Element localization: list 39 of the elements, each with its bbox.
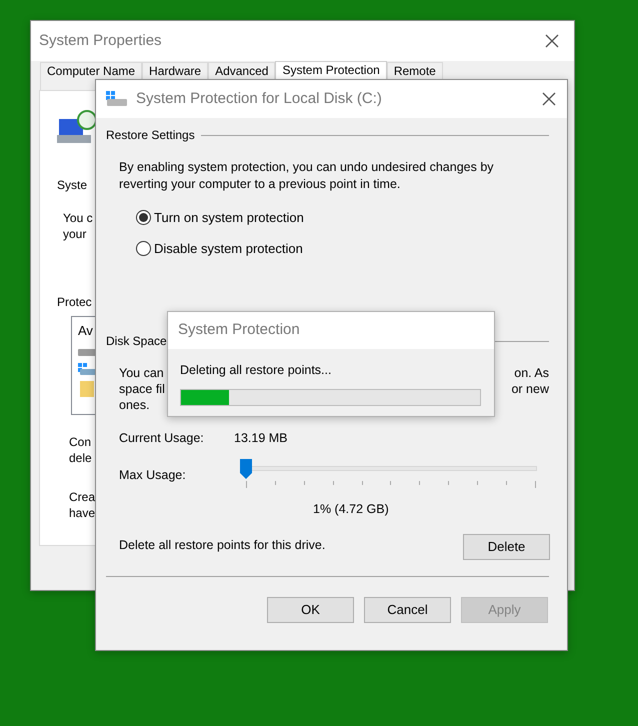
description-text: ones. xyxy=(119,397,151,413)
radio-button[interactable] xyxy=(136,240,151,256)
description-text: By enabling system protection, you can undo undesired changes by reverting your computer to a previous point in time. xyxy=(119,159,495,193)
description-text: on. As xyxy=(514,365,549,381)
slider[interactable] xyxy=(241,458,537,479)
text: dele xyxy=(69,450,92,467)
close-icon[interactable] xyxy=(544,33,560,49)
text: Protec xyxy=(57,294,92,311)
description-text: Delete all restore points for this drive. xyxy=(119,536,326,554)
dialog-button[interactable]: Cancel xyxy=(364,596,451,622)
window-title: System Properties xyxy=(39,30,162,51)
close-icon[interactable] xyxy=(541,91,557,107)
description-text: or new xyxy=(511,381,549,397)
field-label: Current Usage: xyxy=(119,430,205,447)
status-text: Deleting all restore points... xyxy=(180,362,332,379)
window-title: System Protection xyxy=(178,320,300,340)
text: Syste xyxy=(57,177,88,194)
radio-label[interactable]: Turn on system protection xyxy=(154,208,304,228)
text: your xyxy=(63,226,86,243)
radio-button[interactable] xyxy=(136,210,151,226)
field-label: Max Usage: xyxy=(119,466,187,484)
drive-icon xyxy=(106,91,128,107)
folder-icon xyxy=(80,381,94,397)
group-heading: Disk Space xyxy=(106,333,167,350)
delete-button[interactable]: Delete xyxy=(463,534,550,560)
group-heading: Restore Settings xyxy=(106,127,195,144)
text: have xyxy=(69,505,96,522)
description-text: You can xyxy=(119,365,165,381)
radio-label[interactable]: Disable system protection xyxy=(154,238,303,258)
slider-reading: 1% (4.72 GB) xyxy=(313,502,389,516)
dialog-title: System Protection for Local Disk (C:) xyxy=(136,88,382,109)
field-value: 13.19 MB xyxy=(234,430,288,447)
text: Crea xyxy=(69,489,96,506)
column-header: Av xyxy=(78,322,93,340)
dialog-button[interactable]: OK xyxy=(267,596,354,622)
text: Con xyxy=(69,434,92,451)
description-text: space fil xyxy=(119,381,165,397)
slider-thumb[interactable] xyxy=(240,458,252,479)
text: You c xyxy=(63,210,93,227)
